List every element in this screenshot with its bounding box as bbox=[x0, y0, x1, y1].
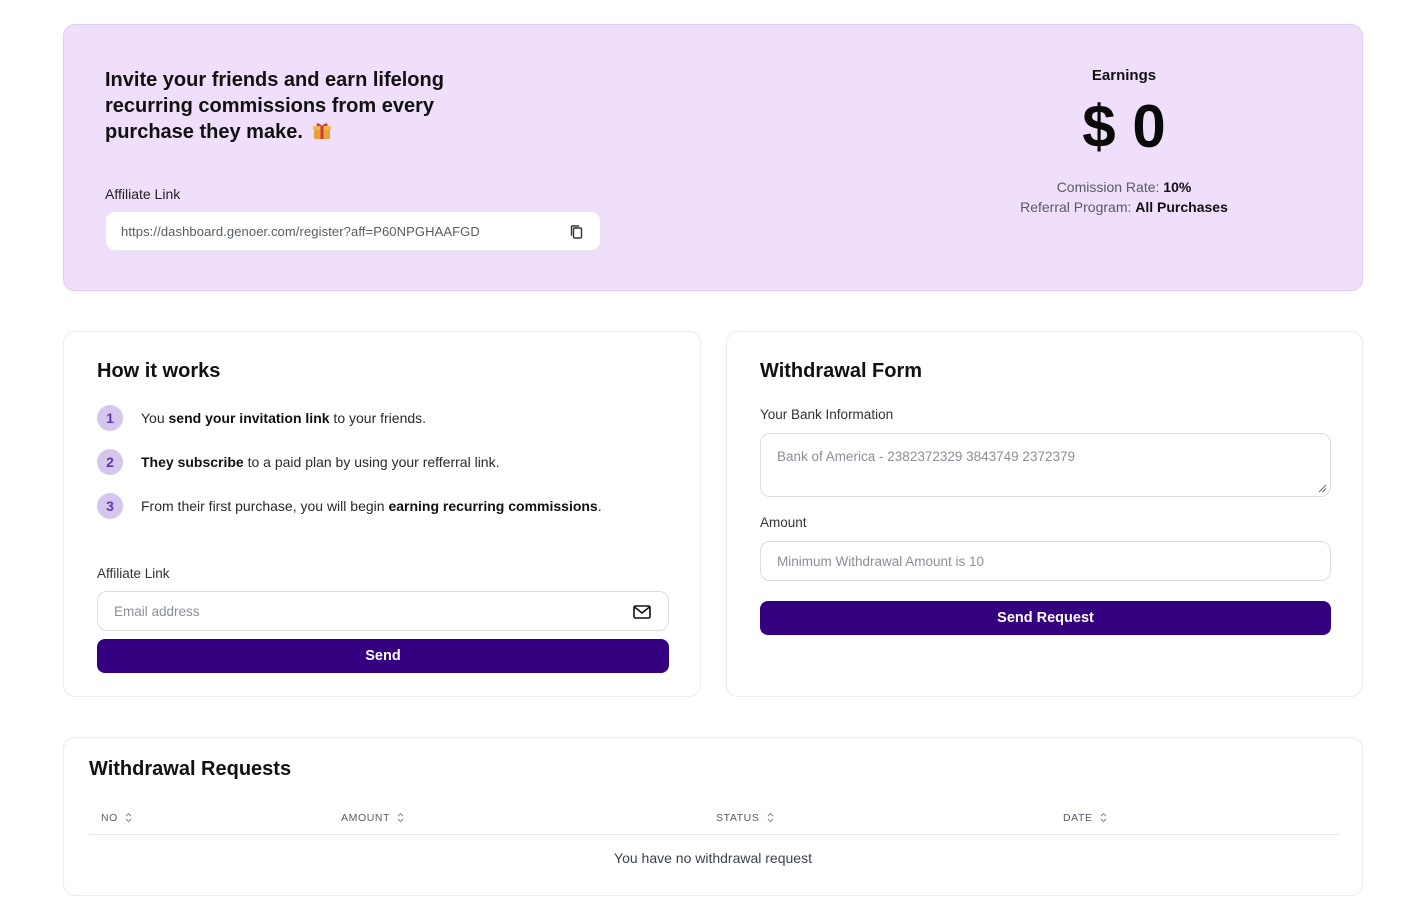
how-it-works-title: How it works bbox=[97, 360, 221, 382]
invite-affiliate-label: Affiliate Link bbox=[97, 566, 170, 581]
send-request-button[interactable]: Send Request bbox=[760, 601, 1331, 635]
amount-field[interactable]: Minimum Withdrawal Amount is 10 bbox=[760, 541, 1331, 581]
step-text: From their first purchase, you will begi… bbox=[141, 498, 602, 514]
sort-icon bbox=[398, 812, 404, 823]
send-button[interactable]: Send bbox=[97, 639, 669, 673]
earnings-amount: $ 0 bbox=[1082, 93, 1166, 160]
commission-rate-label: Comission Rate: bbox=[1056, 179, 1160, 195]
step-text-bold: earning recurring commissions bbox=[388, 498, 598, 514]
commission-rate-value: 10% bbox=[1163, 179, 1192, 195]
step-item: 1 You send your invitation link to your … bbox=[97, 405, 677, 431]
column-header-label: DATE bbox=[1063, 812, 1093, 824]
withdrawal-requests-card: Withdrawal Requests NO AMOUNT STATUS DAT… bbox=[63, 737, 1363, 896]
step-text-post: to a paid plan by using your refferral l… bbox=[243, 454, 500, 470]
copy-icon[interactable] bbox=[568, 223, 586, 241]
step-number-badge: 2 bbox=[97, 449, 123, 475]
step-text-bold: They subscribe bbox=[141, 454, 244, 470]
withdrawal-requests-title: Withdrawal Requests bbox=[89, 758, 292, 780]
email-field[interactable]: Email address bbox=[97, 591, 669, 631]
column-header-status[interactable]: STATUS bbox=[716, 812, 774, 824]
resize-handle-icon[interactable] bbox=[1318, 484, 1327, 493]
affiliate-link-label: Affiliate Link bbox=[105, 186, 181, 202]
how-it-works-card: How it works 1 You send your invitation … bbox=[63, 331, 701, 697]
affiliate-link-url: https://dashboard.genoer.com/register?af… bbox=[121, 224, 480, 239]
referral-program-label: Referral Program: bbox=[1020, 199, 1132, 215]
step-text-post: to your friends. bbox=[329, 410, 427, 426]
table-divider bbox=[89, 834, 1339, 835]
commission-rate: Comission Rate: 10% bbox=[886, 179, 1362, 195]
email-placeholder: Email address bbox=[114, 604, 200, 619]
column-header-label: AMOUNT bbox=[341, 812, 390, 824]
step-text: You send your invitation link to your fr… bbox=[141, 410, 426, 426]
step-text-bold: send your invitation link bbox=[168, 410, 330, 426]
column-header-amount[interactable]: AMOUNT bbox=[341, 812, 404, 824]
gift-icon bbox=[313, 123, 332, 139]
referral-program-value: All Purchases bbox=[1135, 199, 1228, 215]
step-text-post: . bbox=[597, 498, 602, 514]
column-header-label: STATUS bbox=[716, 812, 760, 824]
sort-icon bbox=[1100, 812, 1107, 823]
step-item: 2 They subscribe to a paid plan by using… bbox=[97, 449, 677, 475]
referral-program: Referral Program: All Purchases bbox=[886, 199, 1362, 215]
step-number-badge: 1 bbox=[97, 405, 123, 431]
step-number-badge: 3 bbox=[97, 493, 123, 519]
step-text-pre: From their first purchase, you will begi… bbox=[141, 498, 389, 514]
step-text-pre: You bbox=[141, 410, 169, 426]
step-text: They subscribe to a paid plan by using y… bbox=[141, 454, 499, 470]
hero-title: Invite your friends and earn lifelong re… bbox=[105, 67, 495, 145]
step-item: 3 From their first purchase, you will be… bbox=[97, 493, 677, 519]
earnings-label: Earnings bbox=[1091, 67, 1157, 84]
amount-placeholder: Minimum Withdrawal Amount is 10 bbox=[777, 554, 985, 569]
bank-info-textarea[interactable]: Bank of America - 2382372329 3843749 237… bbox=[760, 433, 1331, 497]
bank-info-label: Your Bank Information bbox=[760, 407, 894, 422]
column-header-date[interactable]: DATE bbox=[1063, 812, 1107, 824]
column-header-label: NO bbox=[101, 812, 118, 824]
withdrawal-form-title: Withdrawal Form bbox=[760, 360, 923, 382]
affiliate-hero: Invite your friends and earn lifelong re… bbox=[63, 24, 1363, 291]
withdrawal-form-card: Withdrawal Form Your Bank Information Ba… bbox=[726, 331, 1363, 697]
mail-icon bbox=[633, 605, 651, 619]
affiliate-link-field[interactable]: https://dashboard.genoer.com/register?af… bbox=[105, 211, 601, 251]
bank-info-placeholder: Bank of America - 2382372329 3843749 237… bbox=[777, 449, 1075, 464]
sort-icon bbox=[126, 812, 132, 823]
earnings-panel: Earnings $ 0 Comission Rate: 10% Referra… bbox=[886, 25, 1362, 290]
amount-label: Amount bbox=[760, 515, 807, 530]
empty-table-message: You have no withdrawal request bbox=[614, 850, 812, 866]
hero-title-text: Invite your friends and earn lifelong re… bbox=[105, 69, 444, 143]
column-header-no[interactable]: NO bbox=[101, 812, 132, 824]
sort-icon bbox=[767, 812, 774, 823]
